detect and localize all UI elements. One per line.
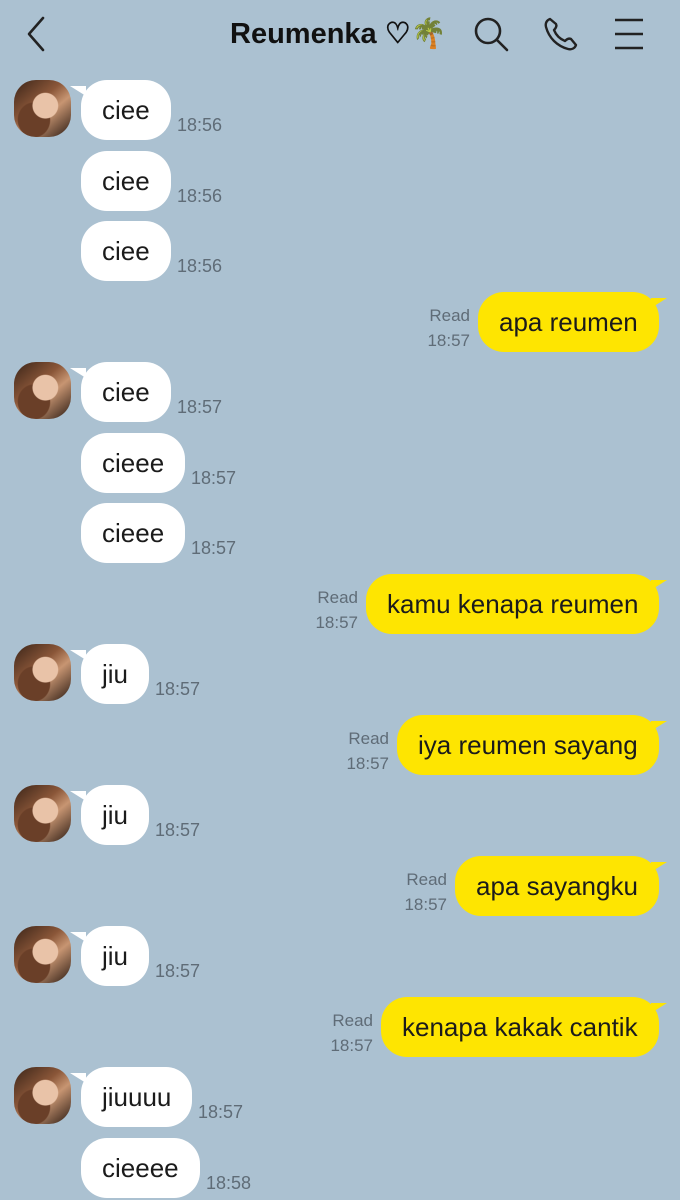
incoming-message-bubble[interactable]: cieee (81, 503, 186, 563)
bubble-tail (70, 791, 86, 801)
message-time: 18:57 (155, 679, 201, 699)
incoming-message-bubble[interactable]: jiuuuu (81, 1067, 193, 1127)
incoming-message-bubble[interactable]: jiu (81, 926, 150, 986)
read-receipt: Read (332, 1011, 373, 1030)
incoming-message-bubble[interactable]: ciee (81, 221, 171, 281)
bubble-tail (70, 86, 86, 96)
incoming-message-bubble[interactable]: jiu (81, 644, 150, 704)
outgoing-message-bubble[interactable]: kenapa kakak cantik (381, 997, 659, 1057)
contact-avatar[interactable] (14, 1067, 71, 1124)
incoming-message-bubble[interactable]: ciee (81, 151, 171, 211)
incoming-message-bubble[interactable]: ciee (81, 362, 171, 422)
bubble-tail (70, 650, 86, 660)
contact-avatar[interactable] (14, 785, 71, 842)
outgoing-message-bubble[interactable]: iya reumen sayang (397, 715, 659, 775)
bubble-tail (651, 862, 667, 872)
read-receipt: Read (406, 870, 447, 889)
contact-avatar[interactable] (14, 80, 71, 137)
message-time: 18:57 (191, 538, 237, 558)
read-receipt: Read (429, 306, 470, 325)
contact-avatar[interactable] (14, 362, 71, 419)
read-receipt: Read (348, 729, 389, 748)
message-meta: Read 18:57 (315, 585, 358, 635)
incoming-message-bubble[interactable]: jiu (81, 785, 150, 845)
contact-avatar[interactable] (14, 926, 71, 983)
message-time: 18:57 (404, 895, 447, 914)
outgoing-message-bubble[interactable]: apa reumen (478, 292, 659, 352)
bubble-tail (651, 580, 667, 590)
message-meta: Read 18:57 (330, 1008, 373, 1058)
message-time: 18:57 (346, 754, 389, 773)
message-time: 18:56 (177, 256, 223, 276)
message-meta: Read 18:57 (427, 303, 470, 353)
message-time: 18:57 (427, 331, 470, 350)
bubble-tail (651, 721, 667, 731)
contact-avatar[interactable] (14, 644, 71, 701)
outgoing-message-bubble[interactable]: apa sayangku (455, 856, 659, 916)
read-receipt: Read (317, 588, 358, 607)
message-list: ciee 18:56 ciee 18:56 ciee 18:56 apa reumen Rea… (0, 0, 680, 1200)
incoming-message-bubble[interactable]: cieeee (81, 1138, 200, 1198)
bubble-tail (651, 1003, 667, 1013)
bubble-tail (651, 298, 667, 308)
bubble-tail (70, 368, 86, 378)
message-meta: Read 18:57 (346, 726, 389, 776)
incoming-message-bubble[interactable]: ciee (81, 80, 171, 140)
message-time: 18:57 (155, 820, 201, 840)
message-time: 18:57 (330, 1036, 373, 1055)
bubble-tail (70, 1073, 86, 1083)
message-time: 18:56 (177, 186, 223, 206)
incoming-message-bubble[interactable]: cieee (81, 433, 186, 493)
message-time: 18:56 (177, 115, 223, 135)
message-time: 18:57 (155, 961, 201, 981)
bubble-tail (70, 932, 86, 942)
message-time: 18:57 (198, 1102, 244, 1122)
outgoing-message-bubble[interactable]: kamu kenapa reumen (366, 574, 660, 634)
message-time: 18:58 (206, 1173, 252, 1193)
message-time: 18:57 (315, 613, 358, 632)
message-meta: Read 18:57 (404, 867, 447, 917)
message-time: 18:57 (177, 397, 223, 417)
message-time: 18:57 (191, 468, 237, 488)
